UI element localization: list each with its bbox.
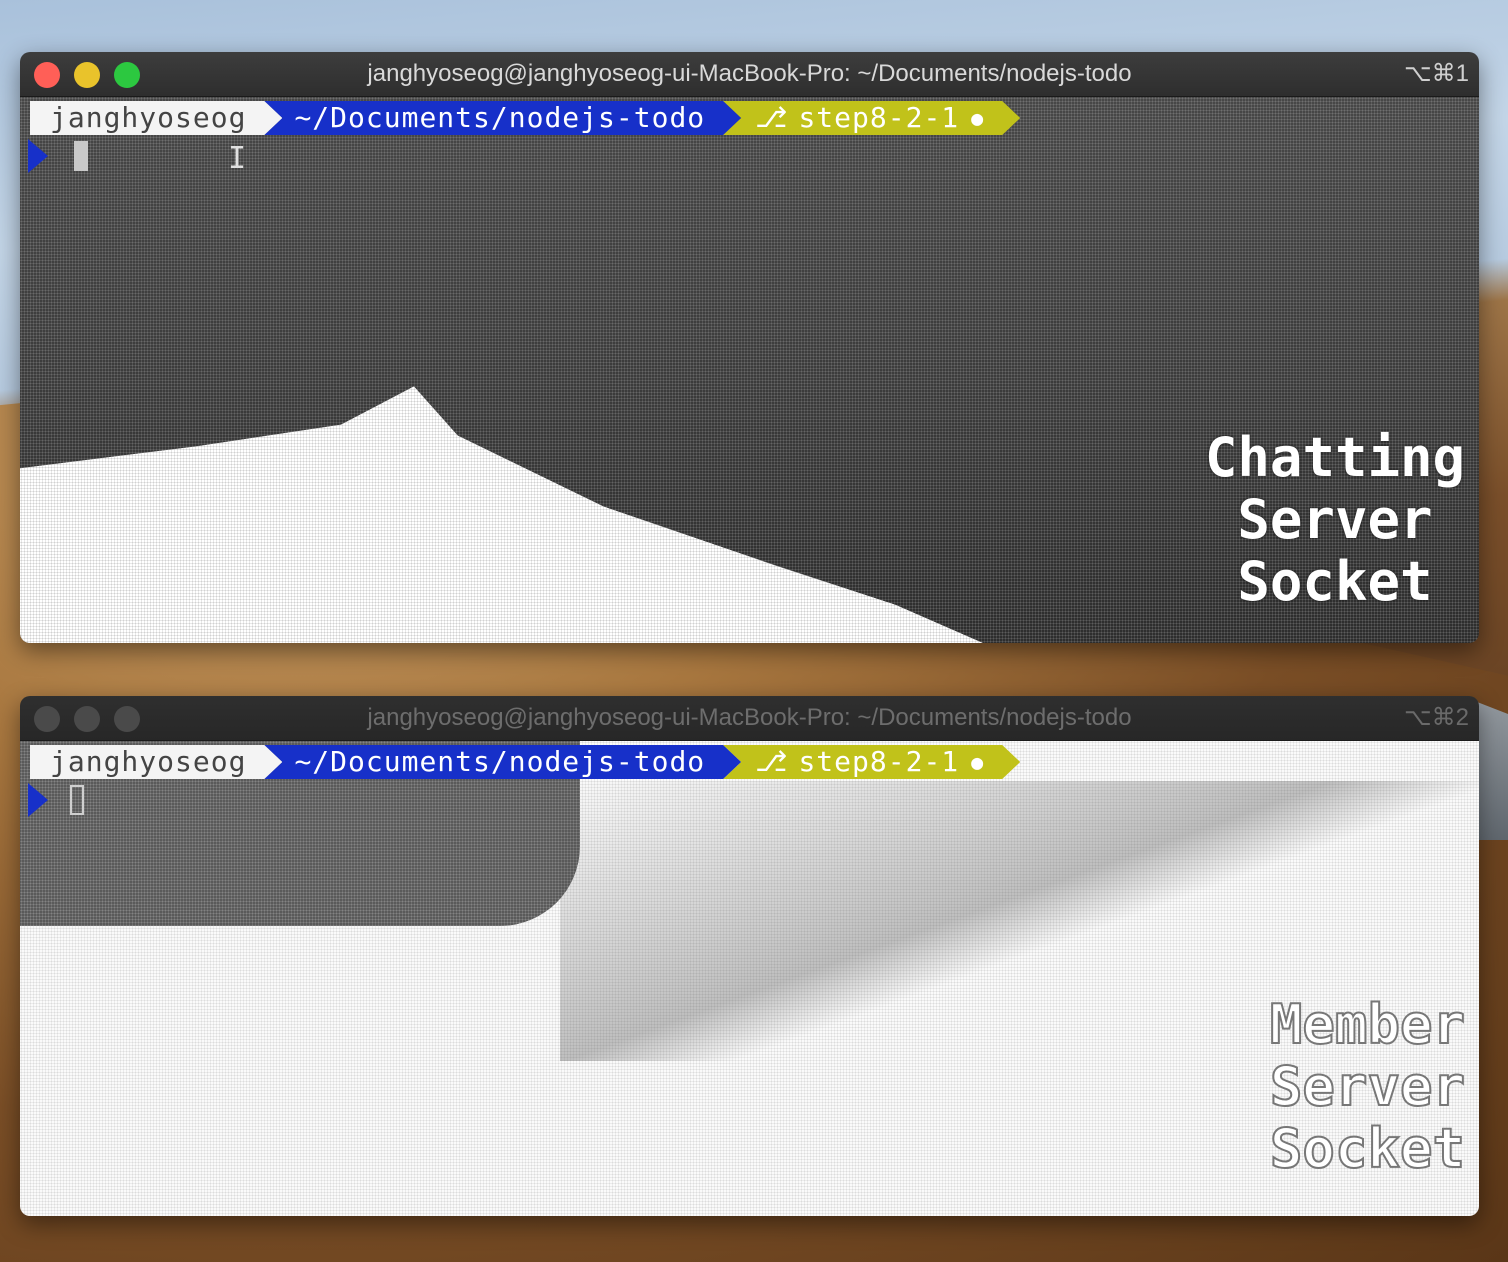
window-title: janghyoseog@janghyoseog-ui-MacBook-Pro: … <box>367 704 1132 731</box>
prompt-branch: step8-2-1 <box>798 101 960 134</box>
window-title: janghyoseog@janghyoseog-ui-MacBook-Pro: … <box>367 60 1132 87</box>
prompt-branch: step8-2-1 <box>798 745 960 778</box>
titlebar[interactable]: janghyoseog@janghyoseog-ui-MacBook-Pro: … <box>20 52 1479 97</box>
session-badge: Chatting Server Socket <box>1205 427 1465 613</box>
prompt-dir: ~/Documents/nodejs-todo <box>264 101 741 135</box>
prompt-caret-icon <box>28 783 48 817</box>
window-shortcut: ⌥⌘2 <box>1403 704 1469 731</box>
prompt-line: janghyoseog ~/Documents/nodejs-todo ⎇ ste… <box>30 745 1020 779</box>
prompt-caret-icon <box>28 139 48 173</box>
input-line[interactable]: I <box>28 139 246 176</box>
dirty-icon: ● <box>971 750 985 774</box>
badge-line: Socket <box>1237 550 1433 613</box>
prompt-line: janghyoseog ~/Documents/nodejs-todo ⎇ ste… <box>30 101 1020 135</box>
badge-line: Socket <box>1269 1117 1466 1181</box>
input-line[interactable] <box>28 783 84 817</box>
text-cursor <box>74 141 88 171</box>
terminal-window-2[interactable]: janghyoseog@janghyoseog-ui-MacBook-Pro: … <box>20 696 1479 1216</box>
terminal-window-1[interactable]: janghyoseog@janghyoseog-ui-MacBook-Pro: … <box>20 52 1479 643</box>
titlebar[interactable]: janghyoseog@janghyoseog-ui-MacBook-Pro: … <box>20 696 1479 741</box>
ibeam-cursor-icon: I <box>228 141 247 176</box>
terminal-body[interactable]: janghyoseog ~/Documents/nodejs-todo ⎇ ste… <box>20 97 1479 643</box>
badge-line: Server <box>1269 1055 1466 1119</box>
prompt-dir: ~/Documents/nodejs-todo <box>264 745 741 779</box>
badge-line: Member <box>1269 993 1466 1057</box>
terminal-body[interactable]: janghyoseog ~/Documents/nodejs-todo ⎇ ste… <box>20 741 1479 1216</box>
prompt-git: ⎇ step8-2-1 ● <box>723 745 1020 779</box>
dirty-icon: ● <box>971 106 985 130</box>
prompt-user: janghyoseog <box>30 745 282 779</box>
branch-icon: ⎇ <box>755 101 789 134</box>
window-shortcut: ⌥⌘1 <box>1403 60 1469 87</box>
session-badge: Member Server Socket <box>1269 993 1466 1181</box>
badge-line: Chatting <box>1204 426 1465 489</box>
prompt-git: ⎇ step8-2-1 ● <box>723 101 1020 135</box>
text-cursor <box>70 785 84 815</box>
branch-icon: ⎇ <box>755 745 789 778</box>
badge-line: Server <box>1237 488 1433 551</box>
prompt-user: janghyoseog <box>30 101 282 135</box>
